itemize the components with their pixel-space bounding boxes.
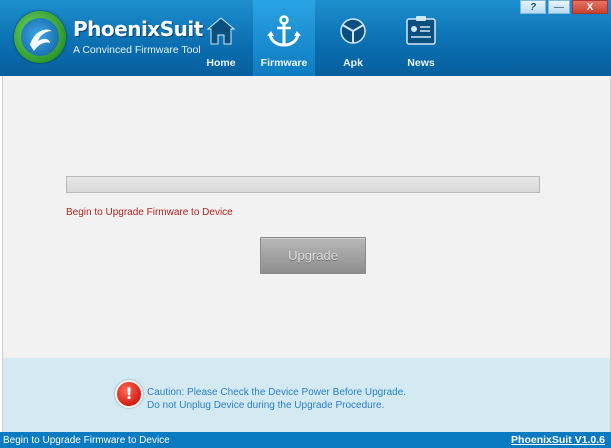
nav-firmware[interactable]: Firmware (253, 0, 315, 76)
phoenix-logo (14, 11, 66, 63)
nav-news[interactable]: News (390, 0, 452, 76)
home-icon (190, 14, 252, 48)
upgrade-status-message: Begin to Upgrade Firmware to Device (66, 207, 233, 218)
nav-apk[interactable]: Apk (322, 0, 384, 76)
nav-home[interactable]: Home (190, 0, 252, 76)
caution-text-power: Caution: Please Check the Device Power B… (147, 387, 407, 398)
news-icon (390, 14, 452, 48)
anchor-icon (253, 14, 315, 48)
status-bar-text: Begin to Upgrade Firmware to Device (3, 435, 170, 446)
upgrade-button[interactable]: Upgrade (260, 237, 366, 274)
minimize-button[interactable]: — (548, 0, 570, 14)
caution-panel: ! Caution: Please Check the Device Power… (2, 358, 611, 432)
firmware-panel: Begin to Upgrade Firmware to Device Upgr… (2, 76, 611, 358)
status-bar: Begin to Upgrade Firmware to Device Phoe… (0, 432, 611, 448)
nav-home-label: Home (206, 57, 236, 69)
upgrade-progress-bar (66, 176, 540, 193)
nav-news-label: News (407, 57, 435, 69)
version-link[interactable]: PhoenixSuit V1.0.6 (511, 434, 605, 446)
app-tagline: A Convinced Firmware Tool (73, 44, 201, 56)
nav-firmware-label: Firmware (260, 57, 308, 69)
nav-apk-label: Apk (343, 57, 363, 69)
help-button[interactable]: ? (520, 0, 546, 14)
exclamation-icon: ! (115, 380, 143, 408)
app-name: PhoenixSuit (73, 17, 203, 41)
header-bar: PhoenixSuit A Convinced Firmware Tool Ho… (0, 0, 611, 76)
close-button[interactable]: X (572, 0, 608, 14)
caution-text-unplug: Do not Unplug Device during the Upgrade … (147, 400, 385, 411)
app-window: PhoenixSuit A Convinced Firmware Tool Ho… (0, 0, 611, 448)
exclamation-glyph: ! (125, 384, 133, 403)
apk-icon (322, 14, 384, 48)
